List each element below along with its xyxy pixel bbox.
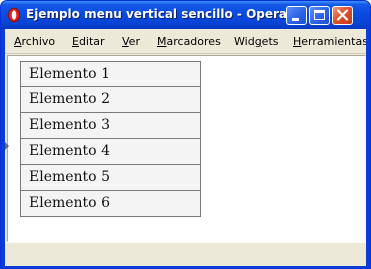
- menu-accelerator: g: [254, 35, 262, 48]
- menu-element-4[interactable]: Elemento 4: [20, 139, 201, 165]
- browser-window: Ejemplo menu vertical sencillo - Opera A…: [0, 0, 371, 269]
- menu-element-5[interactable]: Elemento 5: [20, 165, 201, 191]
- browser-client-area: Archivo Editar Ver Marcadores Widgets He…: [5, 29, 366, 266]
- page-content: Elemento 1 Elemento 2 Elemento 3 Element…: [7, 55, 366, 242]
- menu-editar[interactable]: Editar: [72, 35, 105, 48]
- vertical-menu: Elemento 1 Elemento 2 Elemento 3 Element…: [20, 61, 201, 217]
- opera-logo-icon: [8, 7, 20, 23]
- panel-toggle-arrow-icon[interactable]: [5, 142, 9, 150]
- menu-accelerator: V: [122, 35, 129, 48]
- window-title: Ejemplo menu vertical sencillo - Opera: [26, 7, 288, 21]
- menu-element-6[interactable]: Elemento 6: [20, 191, 201, 217]
- minimize-button[interactable]: [286, 6, 307, 25]
- menu-label-after: ets: [261, 35, 279, 48]
- menu-herramientas[interactable]: Herramientas: [293, 35, 366, 48]
- menu-bar: Archivo Editar Ver Marcadores Widgets He…: [5, 29, 366, 54]
- menu-ver[interactable]: Ver: [122, 35, 140, 48]
- menu-marcadores[interactable]: Marcadores: [157, 35, 221, 48]
- menu-label-after: ditar: [78, 35, 105, 48]
- menu-accelerator: A: [14, 35, 22, 48]
- menu-element-3[interactable]: Elemento 3: [20, 113, 201, 139]
- menu-widgets[interactable]: Widgets: [234, 35, 278, 48]
- close-icon: [336, 9, 349, 21]
- close-button[interactable]: [332, 6, 353, 25]
- menu-element-2[interactable]: Elemento 2: [20, 87, 201, 113]
- maximize-button[interactable]: [309, 6, 330, 25]
- menu-label-after: er: [128, 35, 140, 48]
- menu-accelerator: M: [157, 35, 167, 48]
- status-bar: [5, 242, 366, 266]
- menu-label-before: Wid: [234, 35, 255, 48]
- menu-archivo[interactable]: Archivo: [14, 35, 55, 48]
- title-bar[interactable]: Ejemplo menu vertical sencillo - Opera: [1, 1, 370, 29]
- menu-label-after: arcadores: [166, 35, 221, 48]
- minimize-icon: [292, 18, 299, 21]
- menu-accelerator: E: [72, 35, 79, 48]
- menu-label-after: erramientas: [301, 35, 366, 48]
- menu-element-1[interactable]: Elemento 1: [20, 61, 201, 87]
- menu-label-after: rchivo: [21, 35, 56, 48]
- maximize-icon: [314, 10, 325, 20]
